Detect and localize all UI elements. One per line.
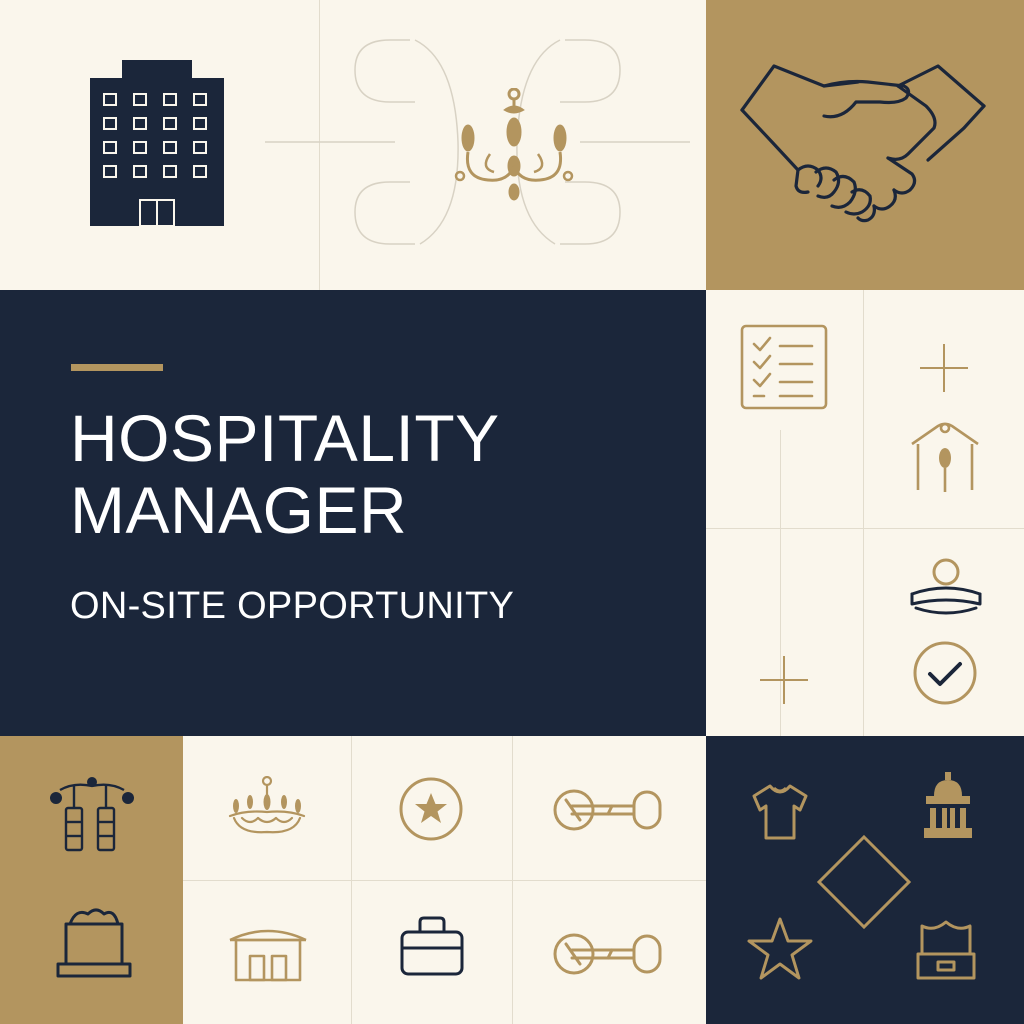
reception-desk-icon xyxy=(916,920,976,980)
grid-divider xyxy=(183,880,706,881)
plus-icon xyxy=(760,656,808,704)
check-circle-icon xyxy=(913,641,977,705)
resort-building-icon xyxy=(229,929,307,982)
title-line-1: HOSPITALITY xyxy=(70,401,500,475)
hotel-building-icon xyxy=(90,60,224,226)
diamond-icon xyxy=(816,834,912,930)
chandelier-icon xyxy=(454,88,574,201)
star-icon xyxy=(747,917,813,980)
hero-subtitle: ON-SITE OPPORTUNITY xyxy=(70,585,515,627)
star-badge-icon xyxy=(399,777,463,841)
pendant-lights-icon xyxy=(50,777,134,852)
grid-divider xyxy=(706,528,1024,529)
title-accent-bar xyxy=(71,364,163,371)
luggage-icon xyxy=(400,916,464,976)
key-icon xyxy=(553,789,662,831)
handshake-icon xyxy=(740,64,986,223)
plus-icon xyxy=(920,344,968,392)
hero-title: HOSPITALITY MANAGER xyxy=(70,402,500,546)
hospitality-manager-graphic: HOSPITALITY MANAGER ON-SITE OPPORTUNITY xyxy=(0,0,1024,1024)
grid-divider xyxy=(863,290,864,736)
chandelier-small-icon xyxy=(228,776,306,834)
key-icon xyxy=(553,933,662,975)
title-line-2: MANAGER xyxy=(70,473,408,547)
shirt-icon xyxy=(752,784,808,840)
concierge-icon xyxy=(911,422,979,492)
mountain-tray-icon xyxy=(56,908,132,978)
temple-icon xyxy=(924,772,972,838)
checklist-icon xyxy=(740,324,828,410)
guest-service-icon xyxy=(910,558,982,615)
